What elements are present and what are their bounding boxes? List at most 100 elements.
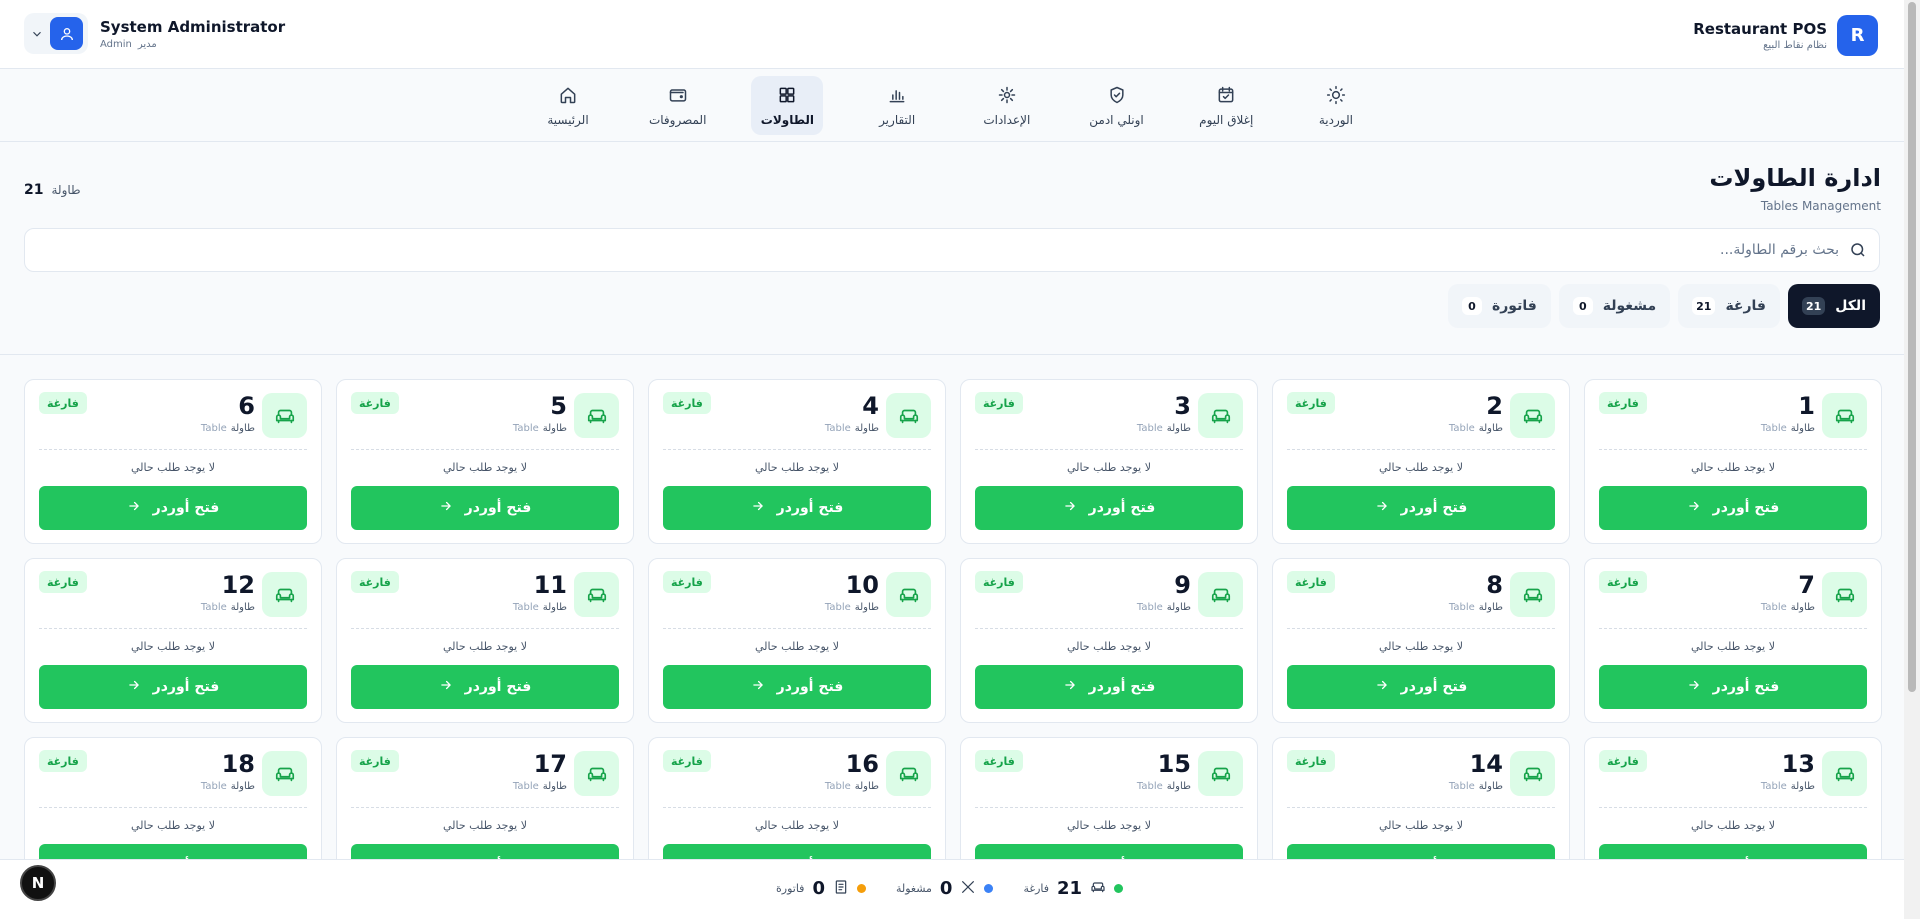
status-badge: فارغة	[1599, 392, 1647, 414]
open-order-button[interactable]: فتح أوردر	[351, 844, 619, 859]
table-card[interactable]: 14 Tableطاولة فارغة لا يوجد طلب حالي فتح أور…	[1272, 737, 1570, 859]
table-number: 11	[533, 571, 567, 599]
table-card[interactable]: 5 Table طاولة فارغة لا يوجد طلب حالي فتح أورد…	[336, 379, 634, 544]
table-label-ar: طاولة	[854, 423, 879, 434]
nav-item-4[interactable]: الإعدادات	[971, 76, 1043, 135]
arrow-right-icon	[439, 499, 453, 517]
open-order-button[interactable]: فتح أوردر	[1599, 844, 1867, 859]
filter-tab-1[interactable]: فارغة 21	[1678, 284, 1780, 328]
open-order-button[interactable]: فتح أوردر	[663, 844, 931, 859]
table-label: Table طاولة	[825, 602, 879, 613]
divider	[663, 807, 931, 808]
dev-tools-badge[interactable]: N	[20, 865, 56, 901]
table-card[interactable]: 4 Table طاولة فارغة لا يوجد طلب حالي فتح أورد…	[648, 379, 946, 544]
main-nav: الرئيسية المصروفات الطاولات التقارير الإعداد…	[0, 69, 1904, 142]
filter-tab-2[interactable]: مشغولة 0	[1558, 284, 1671, 328]
divider	[1287, 807, 1555, 808]
table-card[interactable]: 12 Table طاولة فارغة لا يوجد طلب حالي فتح أور…	[24, 558, 322, 723]
open-order-button[interactable]: فتح أوردر	[975, 844, 1243, 859]
open-order-button[interactable]: فتح أوردر	[1599, 486, 1867, 530]
table-card[interactable]: 15 Tableطاولة فارغة لا يوجد طلب حالي فتح أور…	[960, 737, 1258, 859]
open-order-button[interactable]: فتح أوردر	[39, 486, 307, 530]
nav-item-3[interactable]: التقارير	[861, 76, 933, 135]
nav-item-6[interactable]: إغلاق اليوم	[1190, 76, 1262, 135]
open-order-button[interactable]: فتح أوردر	[663, 665, 931, 709]
no-order-text: لا يوجد طلب حالي	[755, 819, 839, 832]
status-badge: فارغة	[351, 392, 399, 414]
user-menu-button[interactable]	[24, 13, 88, 54]
page-scrollbar[interactable]	[1904, 0, 1920, 919]
table-card[interactable]: 9 Table طاولة فارغة لا يوجد طلب حالي فتح أورد…	[960, 558, 1258, 723]
no-order-text: لا يوجد طلب حالي	[755, 640, 839, 653]
status-stat-1: 0 مشغولة	[896, 878, 994, 899]
table-card[interactable]: 7 Table طاولة فارغة لا يوجد طلب حالي فتح أورد…	[1584, 558, 1882, 723]
table-card[interactable]: 8 Table طاولة فارغة لا يوجد طلب حالي فتح أورد…	[1272, 558, 1570, 723]
open-order-button[interactable]: فتح أوردر	[1287, 665, 1555, 709]
table-number: 6	[238, 392, 255, 420]
open-order-label: فتح أوردر	[152, 500, 220, 516]
table-card[interactable]: 3 Table طاولة فارغة لا يوجد طلب حالي فتح أورد…	[960, 379, 1258, 544]
table-number: 17	[533, 750, 567, 778]
table-number: 4	[862, 392, 879, 420]
brand-subtitle: نظام نقاط البيع	[1763, 40, 1827, 51]
open-order-button[interactable]: فتح أوردر	[1287, 486, 1555, 530]
open-order-label: فتح أوردر	[1712, 679, 1780, 695]
status-badge: فارغة	[39, 750, 87, 772]
table-label-ar: طاولة	[1478, 602, 1503, 613]
open-order-button[interactable]: فتح أوردر	[1599, 665, 1867, 709]
top-header: R Restaurant POS نظام نقاط البيع System …	[0, 0, 1904, 69]
nav-item-0[interactable]: الرئيسية	[532, 76, 604, 135]
open-order-button[interactable]: فتح أوردر	[975, 665, 1243, 709]
table-label: Table طاولة	[513, 602, 567, 613]
table-card[interactable]: 10 Table طاولة فارغة لا يوجد طلب حالي فتح أور…	[648, 558, 946, 723]
table-label-en: Table	[200, 602, 227, 613]
grid-icon	[777, 85, 797, 108]
table-label: Table طاولة	[1137, 602, 1191, 613]
sofa-icon	[886, 572, 931, 617]
open-order-button[interactable]: فتح أوردر	[1287, 844, 1555, 859]
nav-item-2[interactable]: الطاولات	[751, 76, 824, 135]
sofa-icon	[1822, 393, 1867, 438]
table-label-en: Table	[1760, 423, 1787, 434]
open-order-button[interactable]: فتح أوردر	[39, 665, 307, 709]
table-card[interactable]: 6 Table طاولة فارغة لا يوجد طلب حالي فتح أورد…	[24, 379, 322, 544]
scrollbar-thumb[interactable]	[1908, 2, 1916, 692]
table-label: Table طاولة	[825, 423, 879, 434]
sofa-icon	[1090, 879, 1106, 899]
sofa-icon	[1198, 572, 1243, 617]
user-role-en: Admin	[100, 38, 132, 50]
sofa-icon	[262, 572, 307, 617]
open-order-label: فتح أوردر	[464, 679, 532, 695]
table-label-ar: طاولة	[542, 781, 567, 792]
search-input[interactable]	[49, 229, 1839, 271]
table-card[interactable]: 13 Tableطاولة فارغة لا يوجد طلب حالي فتح أور…	[1584, 737, 1882, 859]
table-label: Table طاولة	[1449, 423, 1503, 434]
table-card[interactable]: 11 Table طاولة فارغة لا يوجد طلب حالي فتح أور…	[336, 558, 634, 723]
table-card[interactable]: 18 Tableطاولة فارغة لا يوجد طلب حالي فتح أور…	[24, 737, 322, 859]
table-label-ar: طاولة	[854, 602, 879, 613]
table-number: 2	[1486, 392, 1503, 420]
filter-count-badge: 0	[1461, 297, 1482, 315]
divider	[39, 807, 307, 808]
stat-label: فاتورة	[776, 882, 805, 895]
table-label-ar: طاولة	[1478, 781, 1503, 792]
filter-tab-0[interactable]: الكل 21	[1787, 284, 1880, 328]
status-filters: الكل 21 فارغة 21 مشغولة 0 فاتورة 0	[1447, 284, 1880, 328]
open-order-button[interactable]: فتح أوردر	[351, 486, 619, 530]
sofa-icon	[1822, 572, 1867, 617]
open-order-button[interactable]: فتح أوردر	[663, 486, 931, 530]
filter-tab-3[interactable]: فاتورة 0	[1447, 284, 1551, 328]
nav-item-1[interactable]: المصروفات	[642, 76, 714, 135]
open-order-button[interactable]: فتح أوردر	[39, 844, 307, 859]
divider	[1287, 628, 1555, 629]
table-card[interactable]: 1 Table طاولة فارغة لا يوجد طلب حالي فتح أورد…	[1584, 379, 1882, 544]
sofa-icon	[574, 751, 619, 796]
open-order-button[interactable]: فتح أوردر	[351, 665, 619, 709]
table-card[interactable]: 2 Table طاولة فارغة لا يوجد طلب حالي فتح أورد…	[1272, 379, 1570, 544]
table-card[interactable]: 16 Tableطاولة فارغة لا يوجد طلب حالي فتح أور…	[648, 737, 946, 859]
status-badge: فارغة	[351, 571, 399, 593]
nav-item-7[interactable]: الوردية	[1300, 76, 1372, 135]
table-card[interactable]: 17 Tableطاولة فارغة لا يوجد طلب حالي فتح أور…	[336, 737, 634, 859]
nav-item-5[interactable]: اونلي ادمن	[1081, 76, 1153, 135]
open-order-button[interactable]: فتح أوردر	[975, 486, 1243, 530]
